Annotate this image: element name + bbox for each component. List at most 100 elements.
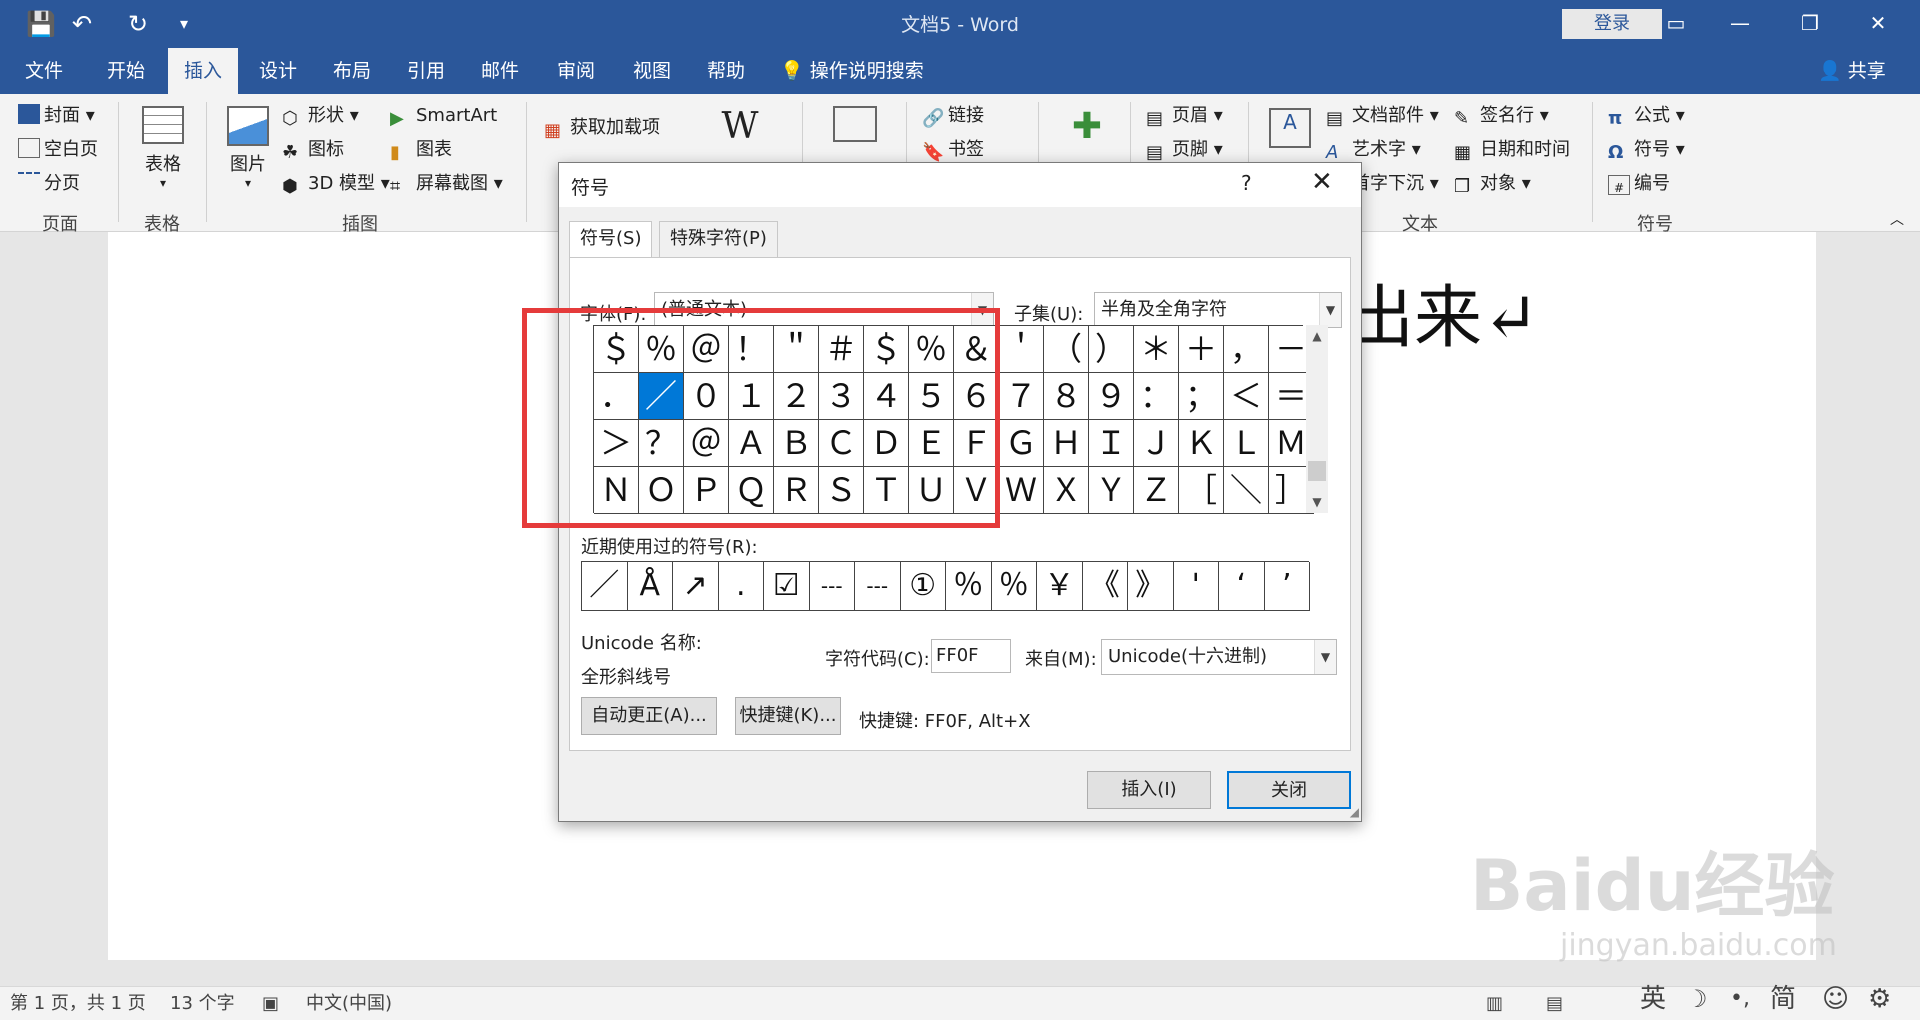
- quick-parts-button[interactable]: ▤ 文档部件 ▾: [1326, 104, 1439, 129]
- screenshot-button[interactable]: ⌗ 屏幕截图 ▾: [390, 172, 503, 197]
- punctuation-icon[interactable]: •,: [1730, 987, 1750, 1011]
- recent-symbol-cell[interactable]: .: [718, 562, 764, 611]
- symbol-cell[interactable]: Ｌ: [1224, 420, 1269, 467]
- symbol-cell[interactable]: Ｔ: [864, 467, 909, 514]
- symbol-cell[interactable]: Ｈ: [1044, 420, 1089, 467]
- symbol-cell[interactable]: Ｎ: [594, 467, 639, 514]
- symbol-cell[interactable]: ＃: [819, 326, 864, 373]
- tab-design[interactable]: 设计: [244, 48, 312, 94]
- subset-select[interactable]: 半角及全角字符 ▼: [1094, 292, 1342, 328]
- tab-review[interactable]: 审阅: [542, 48, 610, 94]
- symbol-cell[interactable]: Ｙ: [1089, 467, 1134, 514]
- symbol-cell[interactable]: Ｅ: [909, 420, 954, 467]
- tab-help[interactable]: 帮助: [692, 48, 760, 94]
- date-time-button[interactable]: ▦ 日期和时间: [1454, 138, 1570, 163]
- symbol-cell[interactable]: Ｏ: [639, 467, 684, 514]
- font-select[interactable]: (普通文本) ▼: [654, 292, 994, 328]
- page-count[interactable]: 第 1 页，共 1 页: [10, 992, 146, 1016]
- icons-button[interactable]: ☘ 图标: [282, 138, 344, 163]
- help-icon[interactable]: ?: [1241, 171, 1252, 195]
- number-button[interactable]: # 编号: [1608, 172, 1670, 196]
- symbol-cell[interactable]: ／: [639, 373, 684, 420]
- recent-symbol-cell[interactable]: ’: [1264, 562, 1310, 611]
- proofing-icon[interactable]: ▣: [262, 992, 279, 1016]
- symbol-cell[interactable]: ＆: [954, 326, 999, 373]
- close-button[interactable]: 关闭: [1227, 771, 1351, 809]
- symbol-cell[interactable]: ４: [864, 373, 909, 420]
- symbol-cell[interactable]: ！: [729, 326, 774, 373]
- print-layout-icon[interactable]: ▤: [1546, 992, 1563, 1016]
- symbol-cell[interactable]: ％: [639, 326, 684, 373]
- symbol-cell[interactable]: ６: [954, 373, 999, 420]
- gear-icon[interactable]: ⚙: [1868, 986, 1891, 1012]
- smartart-button[interactable]: ▶ SmartArt: [390, 104, 497, 129]
- symbol-cell[interactable]: Ｘ: [1044, 467, 1089, 514]
- symbol-cell[interactable]: Ｃ: [819, 420, 864, 467]
- wordart-button[interactable]: A 艺术字 ▾: [1326, 138, 1421, 163]
- recent-symbol-cell[interactable]: ---: [855, 562, 901, 611]
- symbol-grid-scrollbar[interactable]: ▲ ▼: [1306, 325, 1328, 513]
- pictures-button[interactable]: 图片 ▾: [222, 106, 274, 190]
- emoji-icon[interactable]: ☺: [1822, 986, 1849, 1012]
- object-button[interactable]: ❐ 对象 ▾: [1454, 172, 1531, 197]
- symbol-cell[interactable]: Ｂ: [774, 420, 819, 467]
- tab-special-characters[interactable]: 特殊字符(P): [659, 221, 778, 257]
- shapes-button[interactable]: ⬡ 形状 ▾: [282, 104, 359, 129]
- symbol-cell[interactable]: ＋: [1179, 326, 1224, 373]
- tab-layout[interactable]: 布局: [318, 48, 386, 94]
- recent-symbol-cell[interactable]: 《: [1082, 562, 1128, 611]
- collapse-ribbon-icon[interactable]: ︿: [1890, 208, 1904, 232]
- symbol-cell[interactable]: ％: [909, 326, 954, 373]
- symbol-cell[interactable]: ＠: [684, 326, 729, 373]
- shortcut-key-button[interactable]: 快捷键(K)...: [735, 697, 841, 735]
- tab-view[interactable]: 视图: [618, 48, 686, 94]
- recent-symbol-cell[interactable]: ↗: [673, 562, 719, 611]
- recent-symbol-cell[interactable]: ': [1173, 562, 1219, 611]
- scroll-thumb[interactable]: [1308, 461, 1326, 481]
- tab-file[interactable]: 文件: [10, 48, 78, 94]
- symbol-cell[interactable]: Ｊ: [1134, 420, 1179, 467]
- char-code-input[interactable]: FF0F: [931, 639, 1011, 673]
- symbol-cell[interactable]: ＜: [1224, 373, 1269, 420]
- symbol-cell[interactable]: ＄: [594, 326, 639, 373]
- symbol-cell[interactable]: （: [1044, 326, 1089, 373]
- recent-symbol-cell[interactable]: ‘: [1219, 562, 1265, 611]
- recent-symbol-cell[interactable]: ---: [809, 562, 855, 611]
- insert-button[interactable]: 插入(I): [1087, 771, 1211, 809]
- get-addins-button[interactable]: ▦ 获取加载项: [544, 116, 660, 141]
- symbol-cell[interactable]: Ｕ: [909, 467, 954, 514]
- recent-symbol-cell[interactable]: ％: [946, 562, 992, 611]
- 3d-model-button[interactable]: ⬢ 3D 模型 ▾: [282, 172, 390, 197]
- resize-grip-icon[interactable]: ◢: [1350, 805, 1359, 819]
- share-button[interactable]: 👤 共享: [1818, 48, 1886, 94]
- moon-icon[interactable]: ☽: [1686, 987, 1708, 1011]
- chart-button[interactable]: ▮ 图表: [390, 138, 452, 163]
- recent-symbol-cell[interactable]: ☑: [764, 562, 810, 611]
- read-mode-icon[interactable]: ▥: [1486, 992, 1503, 1016]
- tab-mailings[interactable]: 邮件: [466, 48, 534, 94]
- page-break-button[interactable]: 分页: [18, 172, 80, 196]
- symbol-cell[interactable]: Ｚ: [1134, 467, 1179, 514]
- symbol-cell[interactable]: Ｉ: [1089, 420, 1134, 467]
- symbol-cell[interactable]: ＄: [864, 326, 909, 373]
- tab-home[interactable]: 开始: [92, 48, 160, 94]
- scroll-up-icon[interactable]: ▲: [1306, 325, 1328, 347]
- restore-icon[interactable]: ❐: [1790, 8, 1830, 38]
- symbol-cell[interactable]: ２: [774, 373, 819, 420]
- blank-page-button[interactable]: 空白页: [18, 138, 98, 162]
- bookmark-button[interactable]: 🔖 书签: [922, 138, 984, 163]
- symbol-cell[interactable]: Ａ: [729, 420, 774, 467]
- symbol-cell[interactable]: Ｓ: [819, 467, 864, 514]
- symbol-cell[interactable]: ＞: [594, 420, 639, 467]
- symbol-cell[interactable]: ＇: [999, 326, 1044, 373]
- dialog-title-bar[interactable]: 符号 ? ✕: [559, 163, 1361, 207]
- symbol-cell[interactable]: １: [729, 373, 774, 420]
- dialog-close-icon[interactable]: ✕: [1311, 167, 1333, 197]
- symbol-cell[interactable]: ＂: [774, 326, 819, 373]
- recent-symbol-cell[interactable]: ／: [582, 562, 628, 611]
- footer-button[interactable]: ▤ 页脚 ▾: [1146, 138, 1223, 163]
- symbol-cell[interactable]: ５: [909, 373, 954, 420]
- ribbon-display-icon[interactable]: ▭: [1656, 8, 1696, 38]
- symbol-cell[interactable]: ８: [1044, 373, 1089, 420]
- symbol-cell[interactable]: ＊: [1134, 326, 1179, 373]
